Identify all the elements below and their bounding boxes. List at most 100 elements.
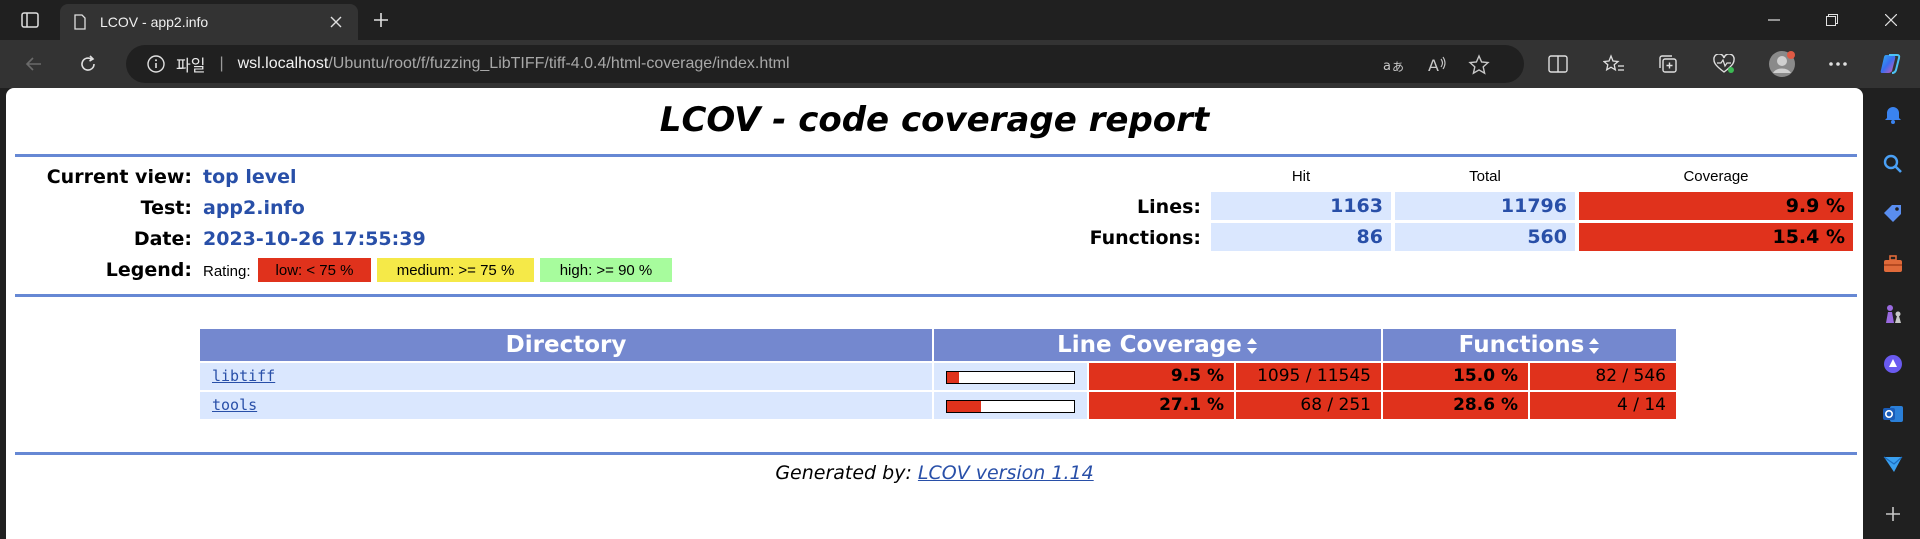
- restore-button[interactable]: [1803, 0, 1861, 40]
- current-view-value: top level: [203, 166, 297, 188]
- settings-more-button[interactable]: [1822, 48, 1854, 80]
- legend-low: low: < 75 %: [258, 258, 371, 282]
- games-icon[interactable]: [1881, 302, 1905, 326]
- functions-column-header[interactable]: Functions: [1383, 329, 1676, 361]
- favorites-button[interactable]: [1598, 48, 1630, 80]
- line-coverage-ratio: 1095 / 11545: [1236, 363, 1381, 390]
- table-row-name: libtiff: [200, 363, 932, 390]
- line-coverage-header-label: Line Coverage: [1057, 332, 1242, 358]
- function-coverage-percent: 28.6 %: [1383, 392, 1528, 419]
- address-separator: |: [219, 55, 224, 72]
- svg-text:あ: あ: [1392, 60, 1404, 74]
- translate-icon[interactable]: aあ: [1382, 54, 1404, 76]
- minimize-icon: [1768, 19, 1780, 21]
- coverage-bar-fill: [947, 401, 982, 412]
- page-favicon-icon: [74, 14, 86, 30]
- heart-pulse-icon: [1713, 54, 1735, 73]
- more-dots-icon: [1829, 62, 1847, 66]
- line-coverage-percent: 9.5 %: [1089, 363, 1234, 390]
- test-label: Test:: [140, 197, 192, 219]
- legend-label: Legend:: [105, 259, 192, 281]
- bell-icon[interactable]: [1881, 102, 1905, 126]
- page-title: LCOV - code coverage report: [659, 100, 1210, 140]
- site-info-icon[interactable]: [146, 54, 166, 74]
- address-host: wsl.localhost: [237, 55, 329, 72]
- active-tab[interactable]: LCOV - app2.info: [60, 4, 358, 40]
- svg-text:a: a: [1383, 59, 1391, 74]
- line-coverage-bar-cell: [934, 392, 1087, 419]
- new-tab-button[interactable]: [368, 8, 394, 32]
- outlook-icon[interactable]: [1881, 402, 1905, 426]
- restore-icon: [1826, 14, 1838, 26]
- tab-actions-icon: [21, 12, 39, 28]
- split-screen-icon: [1548, 55, 1568, 73]
- lines-total: 11796: [1395, 192, 1575, 220]
- test-value: app2.info: [203, 197, 305, 219]
- summary-coverage-header: Coverage: [1683, 168, 1749, 185]
- back-button[interactable]: [18, 48, 50, 80]
- summary-hit-header: Hit: [1291, 168, 1311, 185]
- middle-divider: [15, 294, 1857, 297]
- directory-column-header[interactable]: Directory: [200, 329, 932, 361]
- lines-coverage: 9.9 %: [1579, 192, 1853, 220]
- functions-header-label: Functions: [1458, 332, 1585, 358]
- tab-actions-button[interactable]: [14, 8, 46, 32]
- close-icon: [1885, 14, 1897, 26]
- directory-link-libtiff[interactable]: libtiff: [212, 367, 275, 385]
- address-path: /Ubuntu/root/f/fuzzing_LibTIFF/tiff-4.0.…: [328, 55, 790, 72]
- collections-button[interactable]: [1652, 48, 1684, 80]
- read-aloud-icon[interactable]: A: [1426, 54, 1448, 76]
- legend-rating: Rating:: [203, 263, 251, 280]
- site-label: 파일: [176, 58, 206, 75]
- coverage-bar-fill: [947, 372, 960, 383]
- toolbox-icon[interactable]: [1881, 252, 1905, 276]
- browser-toolbar: 파일 | wsl.localhost /Ubuntu/root/f/fuzzin…: [0, 40, 1920, 88]
- line-coverage-percent: 27.1 %: [1089, 392, 1234, 419]
- table-row-name: tools: [200, 392, 932, 419]
- line-coverage-bar-cell: [934, 363, 1087, 390]
- profile-button[interactable]: [1766, 48, 1798, 80]
- coverage-bar: [946, 371, 1075, 384]
- plus-icon: [374, 13, 388, 27]
- send-icon[interactable]: [1881, 452, 1905, 476]
- close-window-button[interactable]: [1862, 0, 1920, 40]
- browser-essentials-button[interactable]: [1708, 48, 1740, 80]
- copilot-button[interactable]: [1874, 48, 1906, 80]
- current-view-label: Current view:: [46, 166, 192, 188]
- refresh-button[interactable]: [72, 48, 104, 80]
- tab-title: LCOV - app2.info: [100, 14, 209, 30]
- search-icon[interactable]: [1881, 152, 1905, 176]
- favorite-star-icon[interactable]: [1468, 54, 1490, 76]
- svg-text:A: A: [1428, 56, 1439, 75]
- lines-hit: 1163: [1211, 192, 1391, 220]
- footer: Generated by: LCOV version 1.14: [6, 462, 1863, 484]
- summary-total-header: Total: [1469, 168, 1501, 185]
- legend-high: high: >= 90 %: [540, 258, 672, 282]
- page-content: LCOV - code coverage report Current view…: [6, 88, 1863, 539]
- add-sidebar-icon[interactable]: [1881, 502, 1905, 526]
- date-label: Date:: [133, 228, 192, 250]
- functions-total: 560: [1395, 223, 1575, 251]
- sort-arrows-icon[interactable]: [1588, 337, 1600, 355]
- sort-arrows-icon[interactable]: [1246, 337, 1258, 355]
- back-arrow-icon: [25, 57, 41, 71]
- address-bar[interactable]: 파일 | wsl.localhost /Ubuntu/root/f/fuzzin…: [126, 45, 1524, 83]
- line-coverage-column-header[interactable]: Line Coverage: [934, 329, 1381, 361]
- minimize-button[interactable]: [1745, 0, 1803, 40]
- lines-label: Lines:: [1137, 196, 1201, 218]
- close-tab-icon[interactable]: [326, 12, 346, 32]
- title-bar: LCOV - app2.info: [0, 0, 1920, 40]
- copilot-sidebar-icon[interactable]: [1881, 352, 1905, 376]
- top-divider: [15, 154, 1857, 157]
- directory-header-label: Directory: [505, 332, 627, 358]
- shopping-tag-icon[interactable]: [1881, 202, 1905, 226]
- directory-link-tools[interactable]: tools: [212, 396, 257, 414]
- favorites-list-icon: [1603, 54, 1624, 72]
- collections-icon: [1659, 55, 1677, 73]
- functions-hit: 86: [1211, 223, 1391, 251]
- lcov-version-link[interactable]: LCOV version 1.14: [918, 462, 1094, 484]
- functions-coverage: 15.4 %: [1579, 223, 1853, 251]
- function-coverage-ratio: 82 / 546: [1530, 363, 1676, 390]
- avatar: [1769, 51, 1795, 77]
- split-screen-button[interactable]: [1542, 48, 1574, 80]
